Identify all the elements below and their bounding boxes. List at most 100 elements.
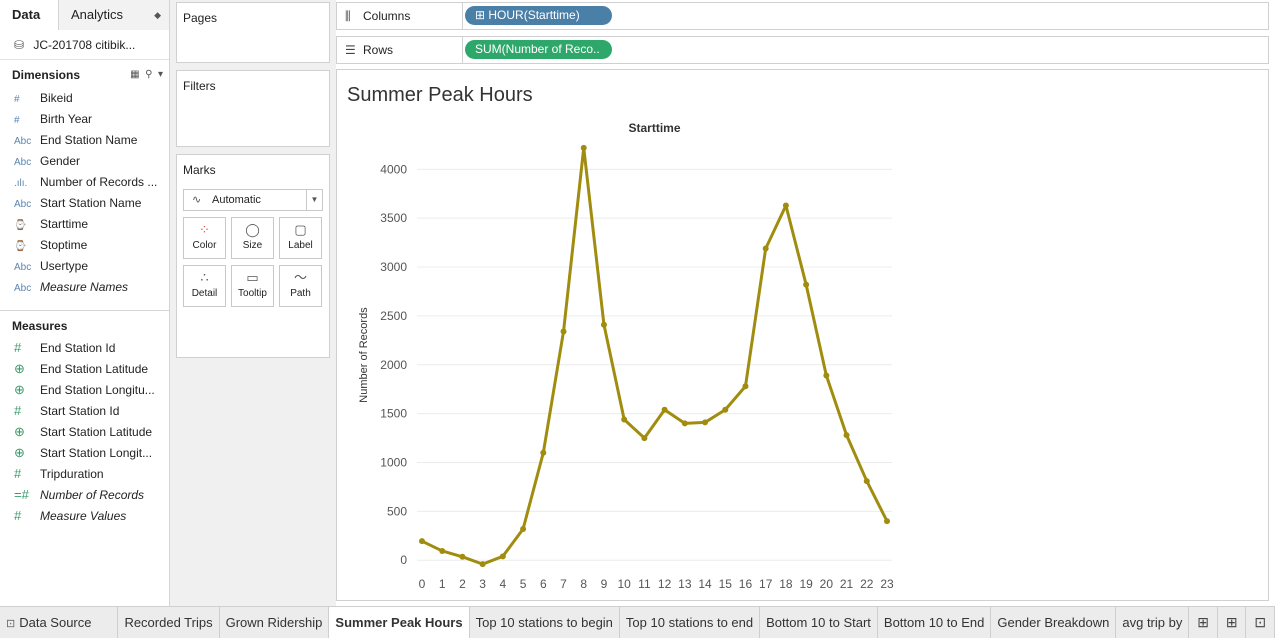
data-point [722,406,729,413]
field-label: Number of Records [40,488,145,502]
field-item[interactable]: ⊕ Start Station Longit... [0,442,169,463]
datasource-item[interactable]: ⛁ JC-201708 citibik... [0,30,169,60]
marks-title: Marks [183,163,216,177]
field-item[interactable]: # Tripduration [0,463,169,484]
field-label: Stoptime [40,238,88,252]
field-item[interactable]: # Start Station Id [0,400,169,421]
x-tick-label: 4 [500,577,507,591]
pages-card[interactable]: Pages [176,2,330,63]
field-item[interactable]: ⊕ Start Station Latitude [0,421,169,442]
sheet-tab[interactable]: Top 10 stations to begin [470,607,620,638]
new-worksheet-icon[interactable]: ⊞ [1189,607,1218,638]
sheet-tab[interactable]: Recorded Trips [118,607,220,638]
x-tick-label: 6 [540,577,547,591]
field-type-icon: ⌚ [14,220,27,231]
columns-pill[interactable]: ⊞ HOUR(Starttime) [465,6,612,25]
path-label: Path [290,288,311,299]
detail-button[interactable]: ∴ Detail [183,265,226,307]
data-point [863,478,870,485]
new-dashboard-icon[interactable]: ⊞ [1218,607,1247,638]
field-item[interactable]: Abc End Station Name [0,130,169,151]
field-item[interactable]: Abc Gender [0,151,169,172]
color-icon: ⁘ [199,222,210,237]
filters-card[interactable]: Filters [176,70,330,147]
tab-analytics[interactable]: Analytics ◆ [58,0,169,30]
measures-header: Measures [0,315,169,337]
field-type-icon: # [14,115,20,126]
y-tick-label: 0 [400,553,407,567]
field-item[interactable]: ⌚ Starttime [0,214,169,235]
dimensions-menu-icon[interactable]: ▾ [158,69,163,80]
field-label: Start Station Id [40,404,120,418]
field-item[interactable]: # Birth Year [0,109,169,130]
tab-menu-arrow-icon[interactable]: ◆ [154,0,161,30]
field-item[interactable]: # Measure Values [0,505,169,526]
rows-pill[interactable]: SUM(Number of Reco.. [465,40,612,59]
size-button[interactable]: ◯ Size [231,217,274,259]
data-point [459,553,466,560]
y-tick-label: 500 [387,504,407,518]
data-point [600,321,607,328]
view-toggle-icon[interactable]: ▦ [130,69,139,80]
field-item[interactable]: ⊕ End Station Latitude [0,358,169,379]
mark-type-dropdown[interactable]: ∿ Automatic ▼ [183,189,323,211]
field-item[interactable]: Abc Start Station Name [0,193,169,214]
columns-icon: ⫼ [345,9,351,23]
field-item[interactable]: # End Station Id [0,337,169,358]
field-type-icon: ⊕ [14,445,25,460]
label-button[interactable]: ▢ Label [279,217,322,259]
y-axis-label: Number of Records [358,307,370,403]
field-item[interactable]: =# Number of Records [0,484,169,505]
sheet-tabs: Recorded Trips Grown Ridership Summer Peak… [118,607,1190,638]
x-tick-label: 17 [759,577,773,591]
sheet-tab[interactable]: Bottom 10 to End [878,607,992,638]
columns-shelf-label: ⫼ Columns [337,3,463,29]
sheet-tab[interactable]: Top 10 stations to end [620,607,761,638]
data-point [560,328,567,335]
field-label: Usertype [40,259,89,273]
x-tick-label: 20 [820,577,834,591]
tab-data-source[interactable]: ⊡ Data Source [0,607,119,638]
sheet-tab[interactable]: avg trip by [1116,607,1190,638]
sheet-tab[interactable]: Bottom 10 to Start [760,607,878,638]
field-label: Measure Values [40,509,127,523]
dimensions-list: # Bikeid # Birth Year Abc End Station Name Abc… [0,86,169,298]
sheet-tab[interactable]: Gender Breakdown [991,607,1117,638]
field-label: Birth Year [40,112,93,126]
x-tick-label: 2 [459,577,466,591]
path-button[interactable]: 〜 Path [279,265,322,307]
line-chart-icon: ∿ [192,194,202,206]
x-tick-label: 22 [860,577,874,591]
data-point [742,383,749,390]
columns-shelf[interactable]: ⫼ Columns ⊞ HOUR(Starttime) [336,2,1269,30]
y-tick-label: 2500 [380,309,407,323]
new-story-icon[interactable]: ⊡ [1246,607,1275,638]
field-item[interactable]: ⌚ Stoptime [0,235,169,256]
rows-shelf[interactable]: ☰ Rows SUM(Number of Reco.. [336,36,1269,64]
field-type-icon: # [14,94,20,105]
field-item[interactable]: .ılı. Number of Records ... [0,172,169,193]
tab-analytics-label: Analytics [71,7,124,22]
sheet-tab[interactable]: Summer Peak Hours [329,607,470,638]
y-tick-label: 3500 [380,211,407,225]
rows-text: Rows [363,43,394,57]
field-item[interactable]: # Bikeid [0,88,169,109]
color-button[interactable]: ⁘ Color [183,217,226,259]
dimensions-header: Dimensions ▦ ⚲ ▾ [0,64,169,86]
pages-title: Pages [183,11,218,25]
field-type-icon: ⊕ [14,382,25,397]
field-label: End Station Id [40,341,116,355]
x-tick-label: 18 [779,577,793,591]
field-item[interactable]: Abc Usertype [0,256,169,277]
tooltip-button[interactable]: ▭ Tooltip [231,265,274,307]
tab-data[interactable]: Data [0,0,58,30]
field-item[interactable]: ⊕ End Station Longitu... [0,379,169,400]
search-icon[interactable]: ⚲ [145,69,152,80]
x-tick-label: 13 [678,577,692,591]
field-item[interactable]: Abc Measure Names [0,277,169,298]
data-pane-tabs: Data Analytics ◆ [0,0,169,30]
size-label: Size [242,240,263,251]
filters-title: Filters [183,79,216,93]
y-tick-label: 2000 [380,358,407,372]
sheet-tab[interactable]: Grown Ridership [220,607,330,638]
